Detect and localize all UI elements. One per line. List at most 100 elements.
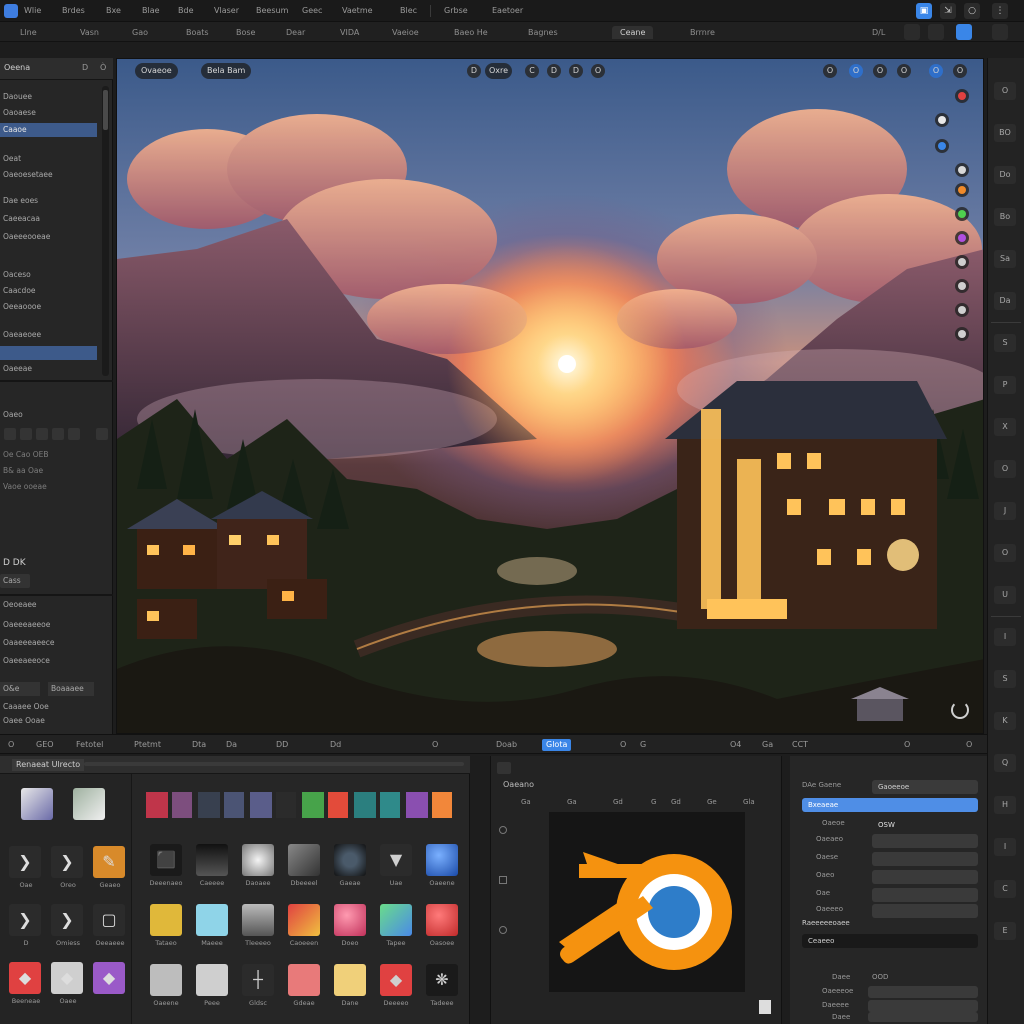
outliner-row[interactable]: Oaeaeoee — [0, 328, 97, 342]
tool-button[interactable]: P — [994, 376, 1016, 394]
tab-3[interactable]: Gao — [132, 26, 148, 39]
tool-button[interactable]: O — [994, 544, 1016, 562]
panel-row[interactable]: Oeoeaee — [0, 598, 97, 612]
editor-header-item[interactable]: O — [620, 739, 626, 751]
menu-item-10[interactable]: Blec — [400, 5, 417, 17]
tab-5[interactable]: Bose — [236, 26, 255, 39]
editor-header-item[interactable]: Ga — [762, 739, 773, 751]
editor-header-item[interactable]: O — [904, 739, 910, 751]
shading-icon[interactable]: O — [849, 64, 863, 78]
viewport-nav-button[interactable] — [935, 139, 949, 153]
outliner-row-selected[interactable] — [0, 346, 97, 360]
viewport-tool-icon[interactable]: D — [467, 64, 481, 78]
viewport-nav-button[interactable] — [955, 89, 969, 103]
tool-button[interactable]: C — [994, 880, 1016, 898]
material-preview-icon[interactable]: O — [929, 64, 943, 78]
outliner-scrollbar[interactable] — [102, 86, 109, 376]
tool-button[interactable]: J — [994, 502, 1016, 520]
preview-tool[interactable]: Ga — [567, 798, 577, 806]
outliner-row[interactable]: Oaceso — [0, 268, 97, 282]
tab-10[interactable]: Bagnes — [528, 26, 558, 39]
panel-field[interactable]: Boaaaee — [48, 682, 94, 696]
editor-header-item[interactable]: Dta — [192, 739, 206, 751]
tool-button[interactable]: S — [994, 334, 1016, 352]
prop-field[interactable] — [868, 986, 978, 998]
preview-tool[interactable]: Ge — [707, 798, 717, 806]
editor-header-item[interactable]: O — [966, 739, 972, 751]
prop-dropdown[interactable]: Ceaeeo — [802, 934, 978, 948]
preview-tool[interactable]: Gd — [613, 798, 623, 806]
asset-item[interactable]: Peee — [192, 964, 232, 1010]
menu-item-2[interactable]: Brdes — [62, 5, 85, 17]
editor-header-item[interactable]: O4 — [730, 739, 741, 751]
tool-button[interactable]: O — [994, 82, 1016, 100]
tool-button[interactable]: E — [994, 922, 1016, 940]
viewport-nav-button[interactable] — [955, 183, 969, 197]
asset-item[interactable]: ❋ Tadeee — [422, 964, 462, 1010]
color-swatch[interactable] — [302, 792, 324, 818]
editor-header-item[interactable]: Doab — [496, 739, 517, 751]
tab-active[interactable]: Ceane — [612, 26, 654, 39]
tab-2[interactable]: Vasn — [80, 26, 99, 39]
outliner-row[interactable]: Oaeeae — [0, 362, 97, 376]
tool-button[interactable]: Do — [994, 166, 1016, 184]
panel-row[interactable]: Vaoe ooeae — [0, 480, 97, 494]
asset-item[interactable]: ▼ Uae — [376, 844, 416, 890]
panel-row[interactable]: Oaeeeaeeoe — [0, 618, 97, 632]
tool-button[interactable]: I — [994, 628, 1016, 646]
outliner-row[interactable]: Oeeaoooe — [0, 300, 97, 314]
asset-browser-title[interactable]: Renaeat Ulrecto — [12, 759, 85, 771]
asset-category-item[interactable]: ❯ Oae — [6, 846, 44, 896]
asset-item[interactable]: Maeee — [192, 904, 232, 950]
panel-row[interactable]: B& aa Oae — [0, 464, 97, 478]
asset-item[interactable]: Doeo — [330, 904, 370, 950]
color-swatch[interactable] — [146, 792, 168, 818]
color-swatch[interactable] — [328, 792, 348, 818]
prop-active-field[interactable]: Bxeaeae — [802, 798, 978, 812]
viewport-nav-button[interactable] — [955, 303, 969, 317]
tool-button[interactable]: Da — [994, 292, 1016, 310]
preview-tool[interactable]: Gd — [671, 798, 681, 806]
window-minimize-button[interactable]: ○ — [964, 3, 980, 19]
asset-item[interactable]: Gdeae — [284, 964, 324, 1010]
tab-1[interactable]: Llne — [20, 26, 37, 39]
asset-category-item[interactable]: ✎ Geaeo — [90, 846, 128, 896]
asset-category-item[interactable] — [70, 788, 108, 838]
prop-field[interactable] — [868, 1012, 978, 1022]
tab-8[interactable]: Vaeioe — [392, 26, 419, 39]
panel-row[interactable]: Oaeo — [0, 408, 97, 422]
prop-field[interactable] — [872, 870, 978, 884]
asset-item[interactable]: Oaeene — [146, 964, 186, 1010]
viewport-tool-icon[interactable]: D — [569, 64, 583, 78]
prop-field[interactable] — [872, 888, 978, 902]
editor-header-item[interactable]: O — [8, 739, 14, 751]
tool-icon[interactable] — [36, 428, 48, 440]
tool-button[interactable]: X — [994, 418, 1016, 436]
preview-side-icon[interactable] — [499, 876, 507, 884]
color-swatch[interactable] — [172, 792, 192, 818]
asset-category-item[interactable] — [18, 788, 56, 838]
asset-category-item[interactable]: ◆ Oaee — [48, 962, 86, 1012]
tool-icon[interactable] — [4, 428, 16, 440]
color-swatch[interactable] — [224, 792, 244, 818]
panel-row[interactable]: Caaaee Ooe — [0, 700, 97, 714]
view-mode-button[interactable]: Ovaeoe — [135, 63, 178, 79]
menu-item-4[interactable]: Blae — [142, 5, 160, 17]
tool-button[interactable]: Q — [994, 754, 1016, 772]
tool-button[interactable]: Sa — [994, 250, 1016, 268]
outliner-row[interactable]: Oeat — [0, 152, 97, 166]
window-menu-button[interactable]: ⋮ — [992, 3, 1008, 19]
menu-item-3[interactable]: Bxe — [106, 5, 121, 17]
viewport-nav-button[interactable] — [955, 279, 969, 293]
asset-item[interactable]: Gaeae — [330, 844, 370, 890]
asset-item[interactable]: Oasoee — [422, 904, 462, 950]
tab-bar-button-3[interactable] — [956, 24, 972, 40]
outliner-control-2[interactable]: Ò — [100, 63, 106, 72]
menu-item-7[interactable]: Beesum — [256, 5, 288, 17]
prop-field[interactable] — [872, 834, 978, 848]
menu-item-5[interactable]: Bde — [178, 5, 194, 17]
tool-button[interactable]: I — [994, 838, 1016, 856]
prop-field[interactable]: OSW — [872, 818, 978, 832]
panel-row[interactable]: Oaaeeeaeece — [0, 636, 97, 650]
tool-button[interactable]: BO — [994, 124, 1016, 142]
